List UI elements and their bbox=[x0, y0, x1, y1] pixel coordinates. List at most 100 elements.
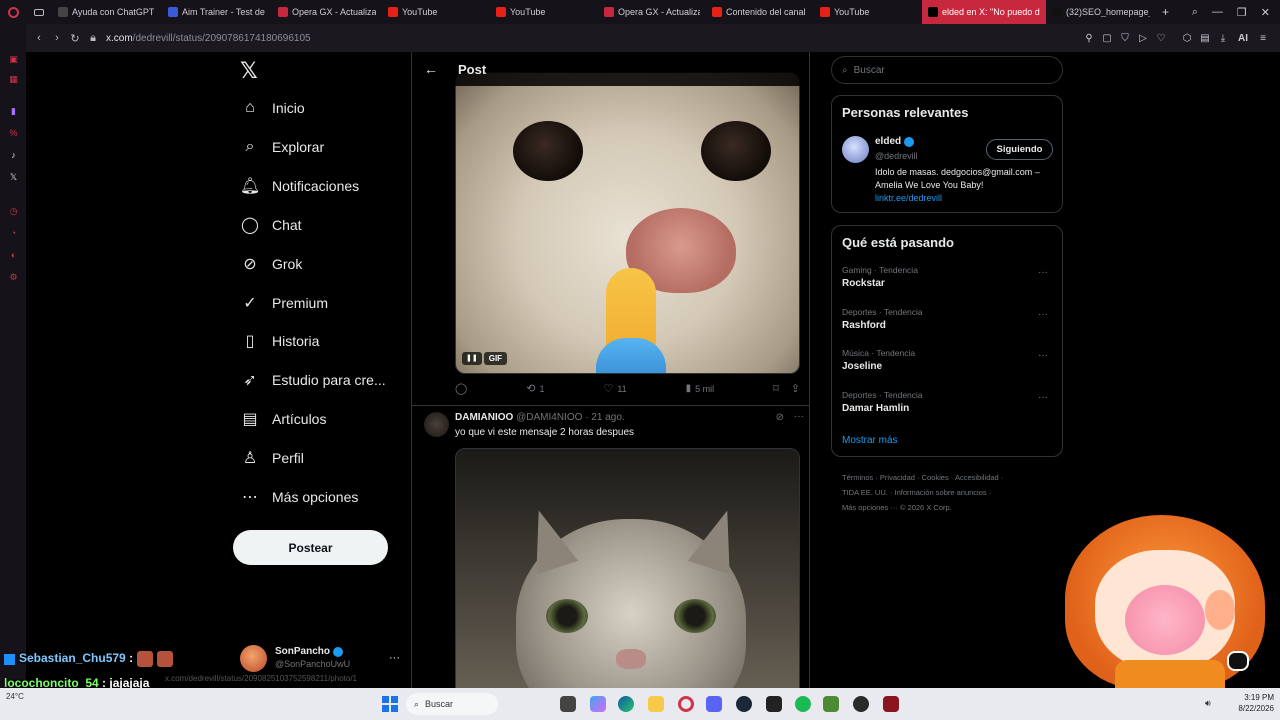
discord-icon[interactable] bbox=[706, 696, 722, 712]
weather-widget[interactable]: 24°C bbox=[6, 692, 24, 701]
maximize-icon[interactable]: ❐ bbox=[1237, 6, 1247, 19]
search-input[interactable]: ⌕ Buscar bbox=[831, 56, 1063, 84]
steam-icon[interactable] bbox=[736, 696, 752, 712]
relevant-link[interactable]: linktr.ee/dedrevill bbox=[875, 193, 942, 203]
reply-button[interactable]: ◯ bbox=[455, 382, 467, 395]
obs-icon[interactable] bbox=[853, 696, 869, 712]
retweet-button[interactable]: ⟲ 1 bbox=[526, 382, 544, 395]
bookmark-icon[interactable]: ⌑ bbox=[773, 382, 779, 395]
start-button[interactable] bbox=[382, 696, 398, 712]
shield-icon[interactable]: ⛉ bbox=[1116, 33, 1134, 44]
trend-item[interactable]: Gaming · Tendencia Rockstar ··· bbox=[842, 265, 1054, 289]
opera-gx-icon[interactable] bbox=[678, 696, 694, 712]
views-button[interactable]: ▮ 5 mil bbox=[686, 383, 715, 394]
x-sidebar-icon[interactable]: 𝕏 bbox=[8, 172, 19, 183]
browser-tab[interactable]: Opera GX - Actualiza bbox=[272, 0, 382, 24]
twitch-icon[interactable]: ▮ bbox=[8, 106, 19, 117]
nav-item-8[interactable]: ▤ Artículos bbox=[240, 409, 326, 429]
tab-workspaces-button[interactable] bbox=[26, 0, 52, 24]
taskbar-search[interactable]: ⌕ Buscar bbox=[406, 693, 498, 715]
tab-search-icon[interactable]: ⌕ bbox=[1192, 6, 1198, 19]
percent-icon[interactable]: % bbox=[8, 128, 19, 139]
clock-icon[interactable]: ◷ bbox=[8, 206, 19, 217]
ai-button[interactable]: AI bbox=[1232, 33, 1254, 44]
gx-control-icon[interactable]: ▣ bbox=[8, 54, 19, 65]
spotify-icon[interactable] bbox=[795, 696, 811, 712]
reply-author[interactable]: DAMIANIOO bbox=[455, 412, 513, 423]
reply-time[interactable]: · 21 ago. bbox=[585, 412, 624, 423]
grok-icon[interactable]: ⊘ bbox=[776, 412, 784, 423]
trend-item[interactable]: Deportes · Tendencia Rashford ··· bbox=[842, 307, 1054, 331]
menu-icon[interactable]: ≡ bbox=[1254, 33, 1272, 44]
browser-tab[interactable]: Ayuda con ChatGPT bbox=[52, 0, 162, 24]
new-tab-button[interactable]: + bbox=[1156, 0, 1175, 24]
x-logo-icon[interactable]: 𝕏 bbox=[240, 58, 258, 84]
snapshot-icon[interactable]: ▢ bbox=[1098, 33, 1116, 44]
nav-item-7[interactable]: ➶ Estudio para cre... bbox=[240, 370, 385, 390]
nav-item-2[interactable]: 🔔︎ Notificaciones bbox=[240, 176, 359, 196]
post-button[interactable]: Postear bbox=[233, 530, 388, 565]
tiktok-icon[interactable]: ♪ bbox=[8, 150, 19, 161]
history-icon[interactable]: ◔ bbox=[8, 228, 19, 239]
nav-item-6[interactable]: ▯ Historia bbox=[240, 331, 320, 351]
browser-tab[interactable]: Opera GX - Actualiza bbox=[598, 0, 706, 24]
nav-item-4[interactable]: ⊘ Grok bbox=[240, 254, 302, 274]
more-icon[interactable]: ··· bbox=[1038, 392, 1048, 403]
close-window-icon[interactable]: ✕ bbox=[1261, 6, 1270, 19]
like-button[interactable]: ♡ 11 bbox=[603, 382, 626, 395]
opera-menu-button[interactable] bbox=[0, 0, 26, 24]
pin-icon[interactable]: ⚲ bbox=[1080, 33, 1098, 44]
minimize-icon[interactable]: — bbox=[1212, 6, 1223, 19]
more-icon[interactable]: ··· bbox=[1038, 267, 1048, 278]
trend-item[interactable]: Deportes · Tendencia Damar Hamlin ··· bbox=[842, 390, 1054, 414]
wallet-icon[interactable]: ▤ bbox=[1196, 33, 1214, 44]
nav-item-0[interactable]: ⌂ Inicio bbox=[240, 98, 305, 118]
back-arrow-icon[interactable]: ← bbox=[424, 61, 438, 77]
nav-item-3[interactable]: ◯ Chat bbox=[240, 215, 302, 235]
relevant-handle[interactable]: @dedrevill bbox=[875, 151, 918, 161]
nav-item-9[interactable]: ♙ Perfil bbox=[240, 448, 304, 468]
valorant-icon[interactable] bbox=[883, 696, 899, 712]
minecraft-icon[interactable] bbox=[823, 696, 839, 712]
browser-tab[interactable]: elded en X: "No puedo dor bbox=[922, 0, 1046, 24]
extensions-icon[interactable]: ⬡ bbox=[1178, 33, 1196, 44]
browser-tab[interactable]: YouTube bbox=[490, 0, 598, 24]
browser-tab[interactable]: Aim Trainer - Test de bbox=[162, 0, 272, 24]
relevant-name[interactable]: elded bbox=[875, 136, 901, 147]
edge-icon[interactable] bbox=[618, 696, 634, 712]
browser-tab[interactable]: YouTube bbox=[814, 0, 922, 24]
back-icon[interactable]: ‹ bbox=[30, 32, 48, 44]
nav-item-1[interactable]: ⌕ Explorar bbox=[240, 137, 325, 157]
more-icon[interactable]: ··· bbox=[1038, 350, 1048, 361]
copilot-icon[interactable] bbox=[590, 696, 606, 712]
reload-icon[interactable]: ↻ bbox=[66, 32, 84, 45]
file-explorer-icon[interactable] bbox=[648, 696, 664, 712]
more-icon[interactable]: ··· bbox=[794, 411, 804, 422]
nav-item-10[interactable]: ⋯ Más opciones bbox=[240, 487, 358, 507]
forward-icon[interactable]: › bbox=[48, 32, 66, 44]
trend-item[interactable]: Música · Tendencia Joseline ··· bbox=[842, 348, 1054, 372]
browser-tab[interactable]: Contenido del canal bbox=[706, 0, 814, 24]
following-button[interactable]: Siguiendo bbox=[986, 139, 1053, 160]
gx-corner-icon[interactable]: ▦ bbox=[8, 74, 19, 85]
browser-tab[interactable]: YouTube bbox=[382, 0, 490, 24]
settings-icon[interactable]: ⚙ bbox=[8, 272, 19, 283]
play-icon[interactable]: ▷ bbox=[1134, 33, 1152, 44]
system-tray[interactable]: 🔊︎ bbox=[1205, 698, 1211, 709]
more-icon[interactable]: ··· bbox=[389, 652, 400, 664]
url-field[interactable]: x.com/dedrevill/status/20907861741806961… bbox=[106, 33, 311, 44]
heart-icon[interactable]: ♡ bbox=[1152, 33, 1170, 44]
share-icon[interactable]: ⇪ bbox=[791, 382, 800, 395]
pause-icon[interactable]: ❚❚ bbox=[462, 352, 482, 365]
account-switcher[interactable]: SonPancho @SonPanchoUwU ··· bbox=[240, 643, 400, 673]
post-gif[interactable]: ❚❚ GIF bbox=[455, 72, 800, 374]
task-view-icon[interactable] bbox=[560, 696, 576, 712]
nav-item-5[interactable]: ✓ Premium bbox=[240, 293, 328, 313]
show-more-link[interactable]: Mostrar más bbox=[842, 435, 898, 446]
more-icon[interactable]: ··· bbox=[1038, 309, 1048, 320]
app-icon[interactable] bbox=[766, 696, 782, 712]
avatar[interactable] bbox=[842, 136, 869, 163]
browser-tab[interactable]: (32)SEO_homepage_t bbox=[1046, 0, 1156, 24]
avatar[interactable] bbox=[424, 412, 449, 437]
speed-icon[interactable]: ◐ bbox=[8, 250, 19, 261]
